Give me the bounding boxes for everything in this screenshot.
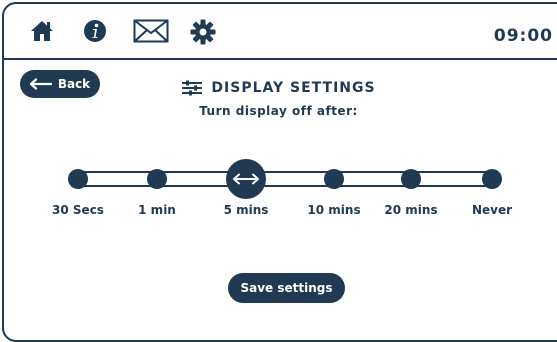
slider-thumb[interactable] (226, 159, 266, 199)
page-title: DISPLAY SETTINGS (211, 80, 376, 96)
slider-stop[interactable] (147, 169, 167, 189)
slider-stop[interactable] (68, 169, 88, 189)
top-bar: 09:00 (2, 2, 557, 58)
slider-option-label[interactable]: 5 mins (206, 203, 286, 217)
info-icon[interactable] (83, 19, 107, 43)
slider-track[interactable] (78, 171, 492, 187)
slider-option-label[interactable]: 30 Secs (38, 203, 118, 217)
clock: 09:00 (493, 26, 553, 46)
slider-option-label[interactable]: 1 min (117, 203, 197, 217)
slider-stop[interactable] (401, 169, 421, 189)
slider-option-label[interactable]: 20 mins (371, 203, 451, 217)
slider-option-label[interactable]: 10 mins (294, 203, 374, 217)
header-divider (2, 58, 557, 60)
slider-stop[interactable] (482, 169, 502, 189)
slider-stop[interactable] (324, 169, 344, 189)
mail-icon[interactable] (133, 19, 169, 43)
sliders-icon (182, 80, 203, 96)
page-title-row: DISPLAY SETTINGS (0, 80, 557, 96)
save-settings-button[interactable]: Save settings (228, 273, 345, 303)
slider-option-label[interactable]: Never (452, 203, 532, 217)
home-icon[interactable] (29, 19, 55, 43)
page-subtitle: Turn display off after: (199, 104, 358, 118)
save-settings-label: Save settings (240, 281, 333, 295)
gear-icon[interactable] (190, 19, 216, 45)
double-arrow-icon (233, 173, 259, 185)
